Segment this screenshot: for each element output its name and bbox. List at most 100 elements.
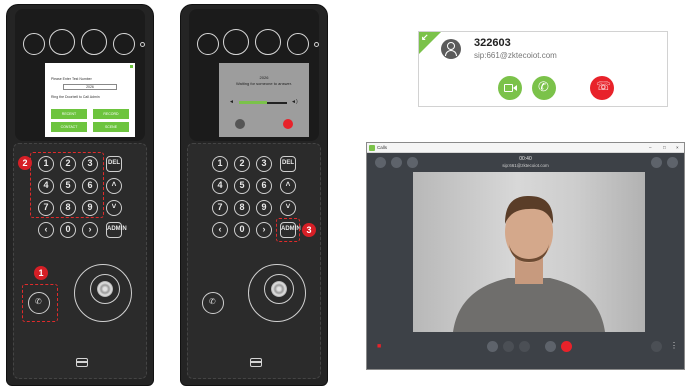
phone-icon: ✆ [538, 79, 549, 94]
remote-video-feed [413, 172, 645, 332]
dialed-number: 2026 [259, 75, 269, 80]
key-2[interactable]: 2 [234, 156, 250, 172]
mute-mic-icon[interactable] [235, 119, 245, 129]
key-right[interactable]: › [256, 222, 272, 238]
key-left[interactable]: ‹ [38, 222, 54, 238]
keypad-highlight [30, 152, 104, 218]
close-button[interactable]: × [676, 145, 679, 150]
key-8[interactable]: 8 [234, 200, 250, 216]
key-0[interactable]: 0 [60, 222, 76, 238]
key-delete[interactable]: DEL [106, 156, 122, 172]
user-body-icon [445, 50, 457, 56]
fingerprint-icon [97, 281, 113, 297]
camera-off-icon[interactable] [519, 341, 530, 352]
pause-icon[interactable] [545, 341, 556, 352]
speaker-icon[interactable] [503, 341, 514, 352]
more-icon[interactable]: ⋮ [670, 341, 678, 350]
call-timer: 00:40 [519, 156, 532, 162]
minimize-button[interactable]: – [649, 145, 652, 150]
screen-prompt: Please Enter Test Number [51, 77, 92, 81]
call-button-highlight [22, 284, 58, 322]
caller-sip: sip:661@zktecoiot.com [474, 51, 557, 60]
key-4[interactable]: 4 [212, 178, 228, 194]
window-title: Calls [377, 145, 388, 150]
terminal-call-screen: 2026 Waiting for someone to answer. ◄ ◄) [219, 63, 309, 137]
hangup-icon[interactable] [561, 341, 572, 352]
volume-up-icon[interactable]: ◄) [291, 99, 298, 105]
sensor-dot-icon [140, 42, 145, 47]
camera-lens-icon [255, 29, 281, 55]
door-terminal-device-2: 2026 Waiting for someone to answer. ◄ ◄)… [180, 4, 328, 386]
door-terminal-device-1: Please Enter Test Number 2026 Ring the D… [6, 4, 154, 386]
video-lens-icon [513, 85, 517, 91]
camera-lens-icon [223, 29, 249, 55]
incoming-call-card: ↙ 322603 sip:661@zktecoiot.com ✆ ☏ [418, 31, 668, 107]
contact-button[interactable]: CONTACT [51, 122, 87, 132]
mic-icon[interactable] [487, 341, 498, 352]
calls-window: Calls – □ × 00:40 sip:661@zktecoiot.com … [366, 142, 685, 370]
key-admin[interactable]: ADMIN [106, 222, 127, 238]
incoming-arrow-icon: ↙ [421, 32, 429, 42]
key-left[interactable]: ‹ [212, 222, 228, 238]
camera-lens-icon [81, 29, 107, 55]
key-delete[interactable]: DEL [280, 156, 296, 172]
lock-icon[interactable]: ■ [377, 343, 381, 350]
sensor-dot-icon [314, 42, 319, 47]
key-1[interactable]: 1 [212, 156, 228, 172]
card-reader-icon [250, 358, 262, 367]
camera-lens-icon [197, 33, 219, 55]
decline-call-icon: ☏ [596, 79, 612, 93]
user-icon [441, 39, 461, 59]
step-marker-2: 2 [18, 156, 32, 170]
terminal-screen: Please Enter Test Number 2026 Ring the D… [45, 63, 135, 137]
card-reader-icon [76, 358, 88, 367]
admin-key-highlight [276, 218, 300, 242]
key-3[interactable]: 3 [256, 156, 272, 172]
key-up[interactable]: ˄ [106, 178, 122, 194]
key-0[interactable]: 0 [234, 222, 250, 238]
app-logo-icon [369, 145, 375, 151]
camera-lens-icon [23, 33, 45, 55]
screen-hint: Ring the Doorbell to Call Admin [51, 95, 100, 99]
audio-call-button[interactable]: ✆ [532, 76, 556, 100]
recent-button[interactable]: RECENT [51, 109, 87, 119]
key-up[interactable]: ˄ [280, 178, 296, 194]
step-marker-3: 3 [302, 223, 316, 237]
key-7[interactable]: 7 [212, 200, 228, 216]
volume-slider-fill [239, 101, 267, 104]
user-head-icon [447, 42, 455, 50]
video-call-icon [504, 84, 513, 92]
terminal-top-panel: 2026 Waiting for someone to answer. ◄ ◄) [189, 9, 319, 141]
keypad-area: 1 2 3 DEL 4 5 6 ˄ 7 8 9 ˅ ‹ 0 › ADMIN 3 … [187, 143, 321, 379]
key-right[interactable]: › [82, 222, 98, 238]
phone-icon: ✆ [209, 297, 216, 306]
hangup-icon[interactable] [283, 119, 293, 129]
window-titlebar: Calls – □ × [367, 143, 684, 153]
fullscreen-icon[interactable] [667, 157, 678, 168]
fingerprint-icon [271, 281, 287, 297]
number-input[interactable]: 2026 [63, 84, 117, 90]
key-9[interactable]: 9 [256, 200, 272, 216]
contacts-icon[interactable] [651, 157, 662, 168]
key-down[interactable]: ˅ [106, 200, 122, 216]
call-sip: sip:661@zktecoiot.com [502, 163, 549, 168]
key-6[interactable]: 6 [256, 178, 272, 194]
terminal-top-panel: Please Enter Test Number 2026 Ring the D… [15, 9, 145, 141]
maximize-button[interactable]: □ [663, 145, 666, 150]
call-button[interactable]: ✆ [202, 292, 224, 314]
camera-lens-icon [49, 29, 75, 55]
camera-lens-icon [113, 33, 135, 55]
chat-icon[interactable] [651, 341, 662, 352]
status-indicator-icon [130, 65, 133, 68]
call-status: Waiting for someone to answer. [236, 81, 292, 86]
camera-lens-icon [287, 33, 309, 55]
video-call-button[interactable] [498, 76, 522, 100]
record-button[interactable]: RECORD [93, 109, 129, 119]
keypad-area: 1 2 3 DEL 4 5 6 ˄ 7 8 9 ˅ ‹ 0 › ADMIN 2 … [13, 143, 147, 379]
caller-person-image [453, 196, 605, 332]
scene-button[interactable]: SCENE [93, 122, 129, 132]
key-down[interactable]: ˅ [280, 200, 296, 216]
key-5[interactable]: 5 [234, 178, 250, 194]
volume-down-icon[interactable]: ◄ [229, 99, 234, 105]
decline-call-button[interactable]: ☏ [590, 76, 614, 100]
